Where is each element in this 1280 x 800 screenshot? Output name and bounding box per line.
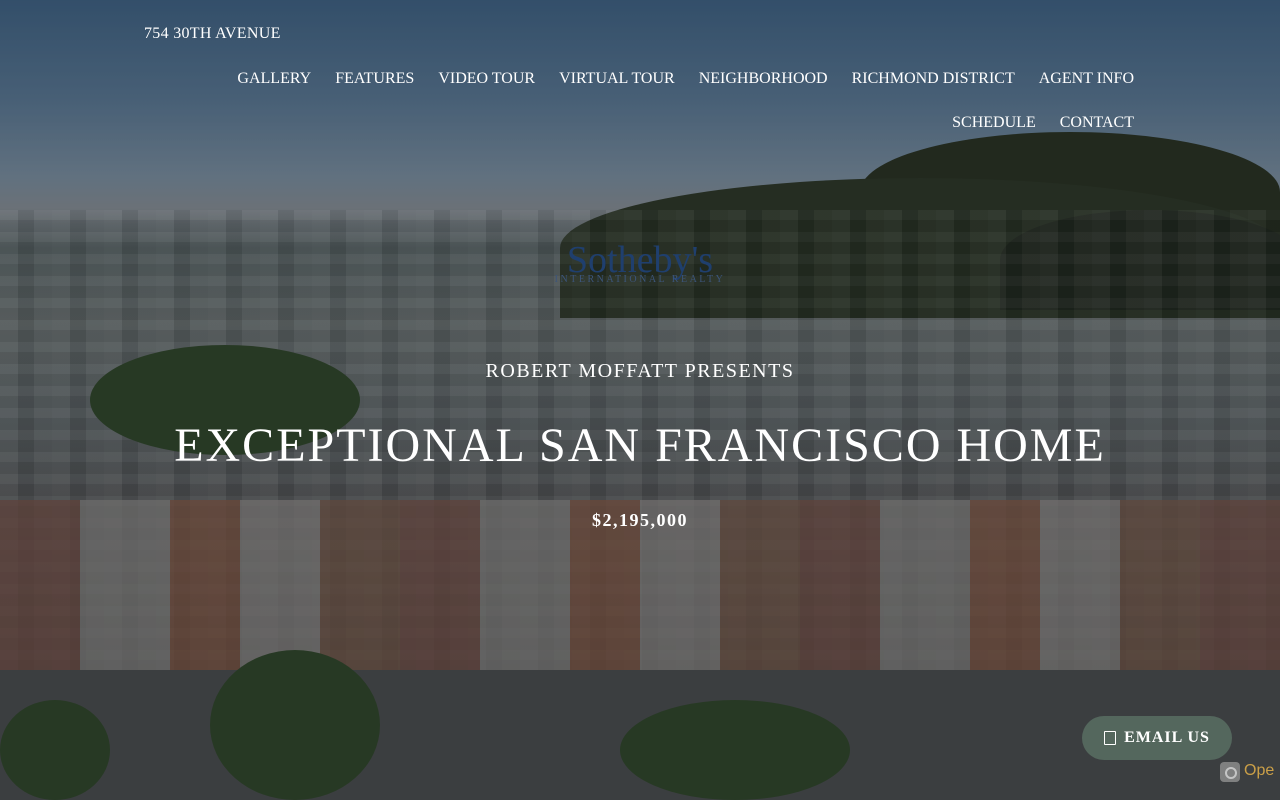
nav-video-tour[interactable]: VIDEO TOUR — [438, 68, 535, 90]
nav-virtual-tour[interactable]: VIRTUAL TOUR — [559, 68, 675, 90]
nav-contact[interactable]: CONTACT — [1060, 112, 1134, 134]
corner-badge-text[interactable]: Ope — [1244, 762, 1274, 780]
logo-subtitle: INTERNATIONAL REALTY — [554, 274, 726, 285]
email-us-label: EMAIL US — [1124, 729, 1210, 746]
camera-icon[interactable] — [1220, 762, 1240, 782]
nav-agent-info[interactable]: AGENT INFO — [1039, 68, 1134, 90]
nav-richmond-district[interactable]: RICHMOND DISTRICT — [852, 68, 1015, 90]
envelope-icon — [1104, 731, 1117, 745]
property-address[interactable]: 754 30TH AVENUE — [144, 25, 281, 43]
nav-neighborhood[interactable]: NEIGHBORHOOD — [699, 68, 828, 90]
main-nav: GALLERY FEATURES VIDEO TOUR VIRTUAL TOUR… — [214, 68, 1134, 134]
sothebys-logo: Sotheby's INTERNATIONAL REALTY — [540, 240, 740, 285]
nav-gallery[interactable]: GALLERY — [237, 68, 311, 90]
presenter-line: ROBERT MOFFATT PRESENTS — [485, 360, 795, 382]
email-us-button[interactable]: EMAIL US — [1082, 716, 1232, 760]
hero-headline: EXCEPTIONAL SAN FRANCISCO HOME — [174, 419, 1106, 472]
nav-schedule[interactable]: SCHEDULE — [952, 112, 1036, 134]
nav-features[interactable]: FEATURES — [335, 68, 414, 90]
listing-price: $2,195,000 — [592, 510, 688, 530]
